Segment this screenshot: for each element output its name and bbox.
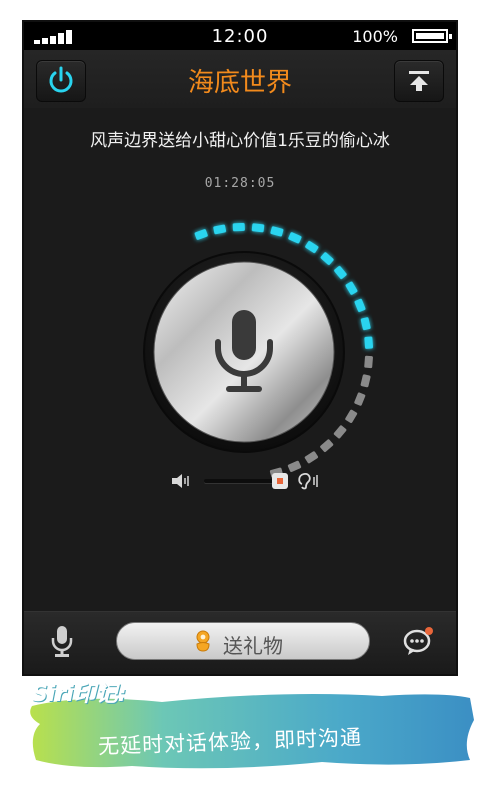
gift-message: 风声边界送给小甜心价值1乐豆的偷心冰 bbox=[90, 131, 390, 151]
level-segment-active bbox=[270, 226, 284, 237]
level-segment-active bbox=[360, 317, 371, 331]
level-segment-active bbox=[345, 281, 358, 295]
level-segment-active bbox=[232, 222, 245, 232]
level-segment-active bbox=[213, 224, 227, 235]
battery-icon bbox=[412, 29, 452, 43]
gift-icon bbox=[196, 630, 210, 652]
bottom-bar: 送礼物 bbox=[24, 611, 456, 674]
status-bar: 12:00 100% bbox=[24, 22, 456, 50]
voice-dial bbox=[143, 222, 374, 478]
header: 海底世界 bbox=[24, 50, 456, 108]
level-segment-inactive bbox=[320, 439, 334, 453]
volume-control bbox=[170, 470, 320, 492]
level-segment-active bbox=[354, 298, 366, 313]
notification-dot bbox=[425, 627, 433, 635]
chat-button[interactable] bbox=[402, 624, 436, 658]
level-segment-inactive bbox=[304, 451, 319, 464]
send-gift-label: 送礼物 bbox=[223, 634, 283, 658]
level-segment-active bbox=[320, 252, 334, 265]
speaker-icon bbox=[172, 474, 189, 488]
level-segment-inactive bbox=[345, 409, 358, 423]
battery-percent: 100% bbox=[352, 27, 398, 46]
upload-top-icon bbox=[409, 71, 429, 91]
minimize-button[interactable] bbox=[394, 60, 444, 102]
level-segment-inactive bbox=[354, 392, 366, 406]
level-segment-active bbox=[305, 240, 319, 254]
level-segment-active bbox=[251, 223, 265, 233]
page-title: 海底世界 bbox=[187, 68, 292, 98]
volume-slider-handle[interactable] bbox=[271, 473, 288, 489]
level-segment-active bbox=[194, 229, 208, 240]
level-segment-active bbox=[288, 232, 302, 244]
phone-screen: 12:00 100% 海底世界 风声边界送给小甜心价值1乐豆的偷心冰 01:28… bbox=[22, 20, 458, 676]
level-segment-inactive bbox=[364, 355, 373, 369]
level-segment-inactive bbox=[333, 425, 347, 439]
level-segment-active bbox=[334, 265, 347, 280]
call-timer: 01:28:05 bbox=[204, 176, 276, 191]
level-segment-active bbox=[364, 336, 374, 349]
ear-icon bbox=[298, 472, 318, 490]
banner-tag: Siri印记: bbox=[32, 682, 127, 707]
level-segment-inactive bbox=[360, 374, 371, 388]
send-gift-button[interactable]: 送礼物 bbox=[116, 622, 370, 660]
voice-input-button[interactable] bbox=[48, 624, 76, 660]
